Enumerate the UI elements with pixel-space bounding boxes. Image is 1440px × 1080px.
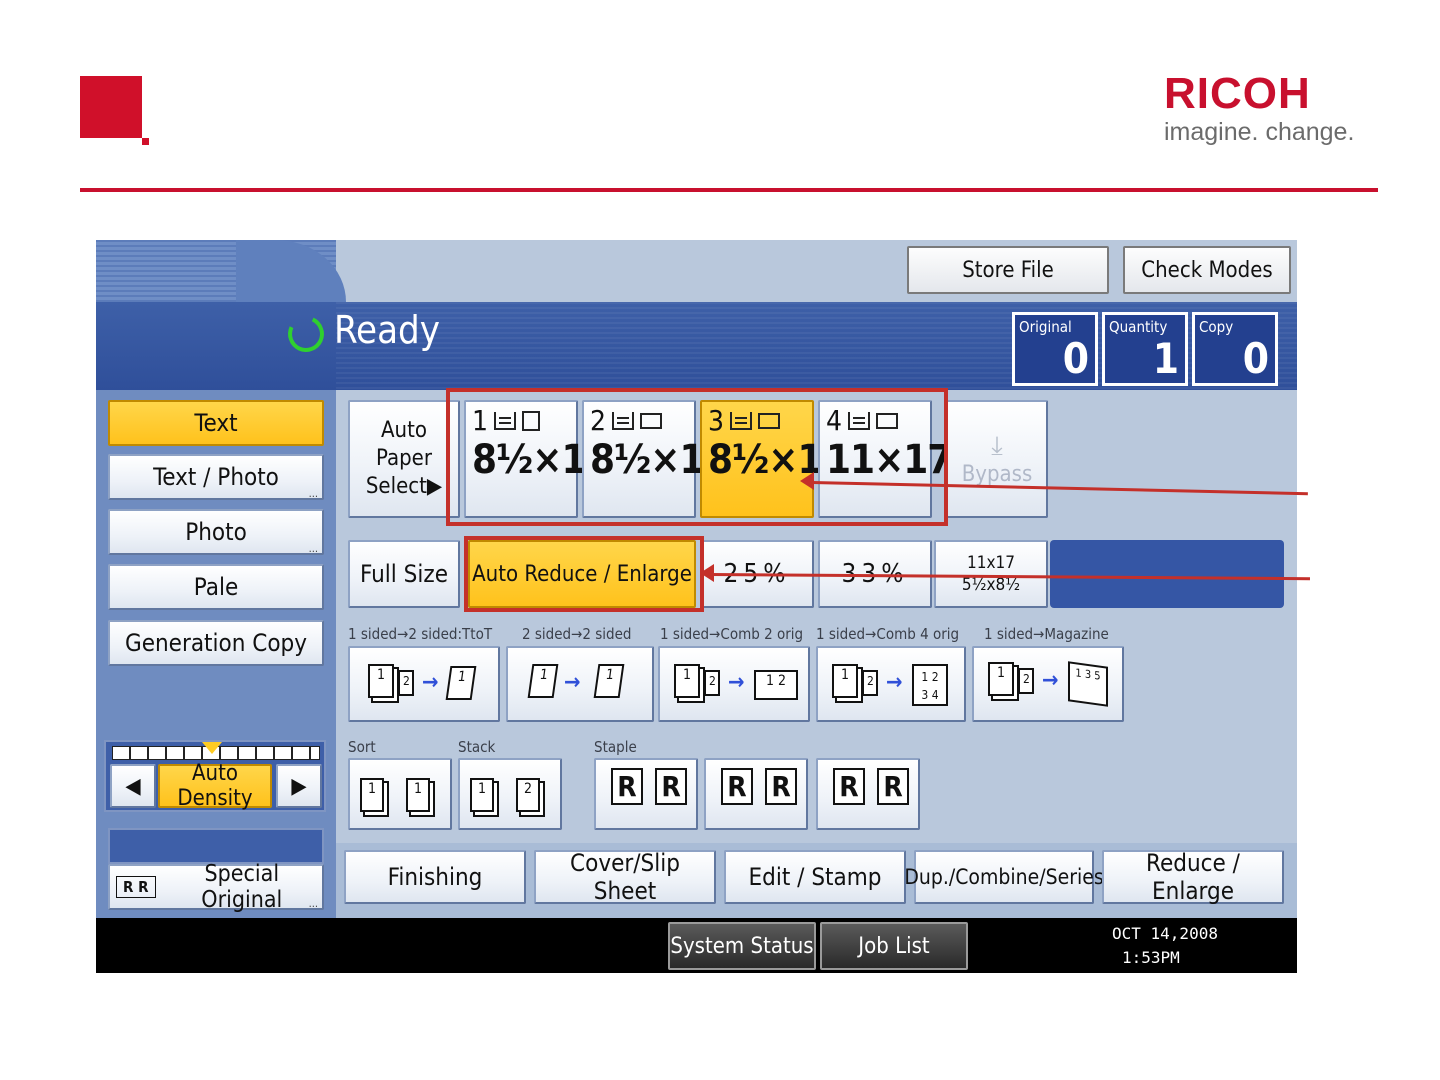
auto-paper-line1: Auto Paper [376, 418, 432, 471]
bypass-tray-icon: ⤓ [991, 431, 1003, 461]
arrow-head-icon [700, 564, 714, 582]
duplex-label-5: 1 sided→Magazine [984, 625, 1109, 643]
two-to-two-sided-icon: 1 → 1 [526, 660, 646, 710]
corner-mark [80, 76, 149, 145]
duplex-2to2-button[interactable]: 1 → 1 [506, 646, 654, 722]
one-to-two-sided-icon: 1 2 → 1 [364, 660, 488, 710]
time-text: 1:53PM [1122, 948, 1180, 967]
combine-four-icon: 1 2 → 1 23 4 [828, 660, 958, 710]
counter-value: 0 [1242, 334, 1269, 383]
header-rule [80, 188, 1378, 192]
logo-tagline: imagine. change. [1164, 118, 1355, 146]
original-type-text-photo[interactable]: Text / Photo [108, 454, 324, 500]
density-lighter-button[interactable]: ◀ [110, 764, 156, 808]
duplex-label-1: 1 sided→2 sided:TtoT [348, 625, 493, 643]
staple-left-icon: R R [826, 768, 916, 820]
counter-quantity: Quantity 1 [1102, 312, 1188, 386]
arrow-head-icon [800, 472, 814, 490]
system-status-button[interactable]: System Status [668, 922, 816, 970]
tab-reduce-enlarge[interactable]: Reduce / Enlarge [1102, 849, 1284, 905]
combine-2-orig-button[interactable]: 1 2 → 1 2 [658, 646, 810, 722]
combine-4-orig-button[interactable]: 1 2 → 1 23 4 [816, 646, 966, 722]
original-type-pale[interactable]: Pale [108, 564, 324, 610]
auto-paper-line2: Select▶ [365, 474, 443, 499]
date-time: OCT 14,2008 1:53PM [1112, 922, 1218, 970]
logo-word: RICOH [1164, 69, 1311, 118]
auto-paper-select-button[interactable]: Auto Paper Select▶ [348, 400, 460, 518]
staple-left-2-button[interactable]: R R [816, 758, 920, 830]
ratio-from: 11x17 [967, 553, 1015, 573]
magazine-button[interactable]: 1 2 → 1 3 5 [972, 646, 1124, 722]
tab-dup-combine-series[interactable]: Dup./Combine/Series [904, 850, 1104, 904]
staple-top-left-button[interactable]: R R [594, 758, 698, 830]
date-text: OCT 14,2008 [1112, 924, 1218, 943]
duplex-label-4: 1 sided→Comb 4 orig [816, 625, 960, 643]
counter-value: 0 [1062, 334, 1089, 383]
ricoh-logo: RICOH imagine. change. [1164, 69, 1384, 147]
ratio-blank-area [1050, 540, 1284, 608]
density-darker-button[interactable]: ▶ [276, 764, 322, 808]
special-original-icon: R R [116, 876, 156, 898]
original-type-generation-copy[interactable]: Generation Copy [108, 620, 324, 666]
special-original-label: Special Original [201, 861, 283, 913]
staple-label: Staple [594, 738, 637, 756]
tab-edit-stamp[interactable]: Edit / Stamp [724, 850, 906, 904]
stack-label: Stack [458, 738, 496, 756]
counter-copy: Copy 0 [1192, 312, 1278, 386]
density-pointer-icon [202, 742, 222, 754]
status-text: Ready [334, 308, 440, 352]
job-list-button[interactable]: Job List [820, 922, 968, 970]
staple-top-button[interactable]: R R [704, 758, 808, 830]
density-control: ◀ Auto Density ▶ [104, 740, 326, 812]
sort-label: Sort [348, 738, 376, 756]
counter-original: Original 0 [1012, 312, 1098, 386]
stack-button[interactable]: 1 2 [458, 758, 562, 830]
store-file-button[interactable]: Store File [907, 246, 1109, 294]
combine-two-icon: 1 2 → 1 2 [670, 660, 800, 710]
tray-highlight-box [446, 388, 948, 526]
full-size-button[interactable]: Full Size [348, 540, 460, 608]
auto-reduce-highlight-box [464, 536, 704, 612]
tab-cover-slip-sheet[interactable]: Cover/Slip Sheet [534, 849, 716, 905]
counter-label: Copy [1199, 318, 1234, 336]
copier-panel: Store File Check Modes Ready Original 0 … [96, 240, 1297, 973]
sort-icon: 1 1 [358, 768, 446, 822]
tab-finishing[interactable]: Finishing [344, 850, 526, 904]
original-type-photo[interactable]: Photo [108, 509, 324, 555]
staple-top-left-icon: R R [604, 768, 694, 820]
duplex-1to2-button[interactable]: 1 2 → 1 [348, 646, 500, 722]
staple-top-icon: R R [714, 768, 804, 820]
bypass-button[interactable]: ⤓ Bypass [946, 400, 1048, 518]
stack-icon: 1 2 [468, 768, 556, 822]
duplex-label-2: 2 sided→2 sided [522, 625, 632, 643]
bypass-label: Bypass [961, 462, 1033, 487]
counter-value: 1 [1152, 334, 1179, 383]
magazine-icon: 1 2 → 1 3 5 [984, 658, 1114, 712]
duplex-label-3: 1 sided→Comb 2 orig [660, 625, 804, 643]
sort-button[interactable]: 1 1 [348, 758, 452, 830]
auto-density-button[interactable]: Auto Density [158, 761, 272, 811]
special-original-button[interactable]: R R Special Original [108, 861, 324, 913]
original-type-text[interactable]: Text [108, 400, 324, 446]
check-modes-button[interactable]: Check Modes [1123, 246, 1291, 294]
